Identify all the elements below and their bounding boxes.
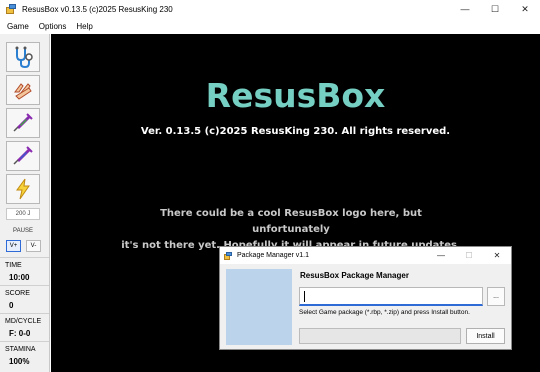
window-controls: — ☐ ✕ (450, 0, 540, 18)
dialog-title: Package Manager v1.1 (237, 252, 309, 259)
hands-cpr-icon (14, 83, 32, 100)
syringe-green-icon (13, 113, 33, 132)
cpr-button[interactable] (6, 75, 40, 105)
menu-bar: Game Options Help (0, 18, 540, 34)
text-caret (304, 291, 305, 302)
md-cycle-value: F: 0-0 (9, 329, 31, 338)
notice-line: There could be a cool ResusBox logo here… (160, 208, 422, 235)
package-image-placeholder (226, 269, 292, 345)
stamina-value: 100% (9, 357, 30, 366)
window-title: ResusBox v0.13.5 (c)2025 ResusKing 230 (22, 4, 173, 14)
dialog-maximize-button: ☐ (465, 251, 473, 260)
package-manager-dialog: Package Manager v1.1 — ☐ ✕ ResusBox Pack… (219, 246, 512, 350)
syringe-blue-button[interactable] (6, 141, 40, 171)
energy-field[interactable]: 200 J (6, 208, 40, 220)
dialog-heading: ResusBox Package Manager (300, 271, 409, 280)
stat-divider (0, 341, 49, 342)
game-title: ResusBox (205, 76, 386, 115)
dialog-hint: Select Game package (*.rbp, *.zip) and p… (299, 309, 470, 316)
volume-up-button[interactable]: V+ (6, 240, 21, 252)
title-bar: ResusBox v0.13.5 (c)2025 ResusKing 230 —… (0, 0, 540, 18)
sidebar: 200 J PAUSE V+ V- TIME 10:00 SCORE 0 MD/… (0, 34, 50, 372)
stamina-label: STAMINA (5, 346, 36, 353)
stat-divider (0, 313, 49, 314)
minimize-button[interactable]: — (450, 0, 480, 18)
menu-help[interactable]: Help (71, 22, 97, 31)
dialog-minimize-button[interactable]: — (427, 247, 455, 264)
install-progress-bar (299, 328, 461, 344)
version-line: Ver. 0.13.5 (c)2025 ResusKing 230. All r… (140, 126, 451, 137)
pause-button[interactable]: PAUSE (6, 228, 40, 234)
score-value: 0 (9, 301, 14, 310)
stat-divider (0, 285, 49, 286)
stethoscope-icon (15, 46, 33, 69)
package-path-input[interactable] (299, 287, 483, 306)
time-value: 10:00 (9, 273, 30, 282)
menu-options[interactable]: Options (34, 22, 72, 31)
stat-divider (0, 257, 49, 258)
dialog-app-icon (224, 251, 232, 260)
install-button[interactable]: Install (466, 328, 505, 344)
close-button[interactable]: ✕ (510, 0, 540, 18)
browse-button[interactable]: ... (487, 287, 505, 306)
volume-down-button[interactable]: V- (26, 240, 41, 252)
app-icon (6, 4, 16, 14)
stethoscope-button[interactable] (6, 42, 40, 72)
dialog-title-bar: Package Manager v1.1 — ☐ ✕ (220, 247, 511, 264)
score-label: SCORE (5, 290, 30, 297)
lightning-icon (16, 178, 30, 200)
time-label: TIME (5, 262, 22, 269)
syringe-blue-icon (13, 146, 33, 165)
dialog-window-controls: — ☐ ✕ (427, 247, 511, 264)
md-cycle-label: MD/CYCLE (5, 318, 42, 325)
syringe-green-button[interactable] (6, 108, 40, 138)
dialog-close-button[interactable]: ✕ (483, 247, 511, 264)
maximize-button[interactable]: ☐ (480, 0, 510, 18)
defibrillate-button[interactable] (6, 174, 40, 204)
menu-game[interactable]: Game (0, 22, 34, 31)
